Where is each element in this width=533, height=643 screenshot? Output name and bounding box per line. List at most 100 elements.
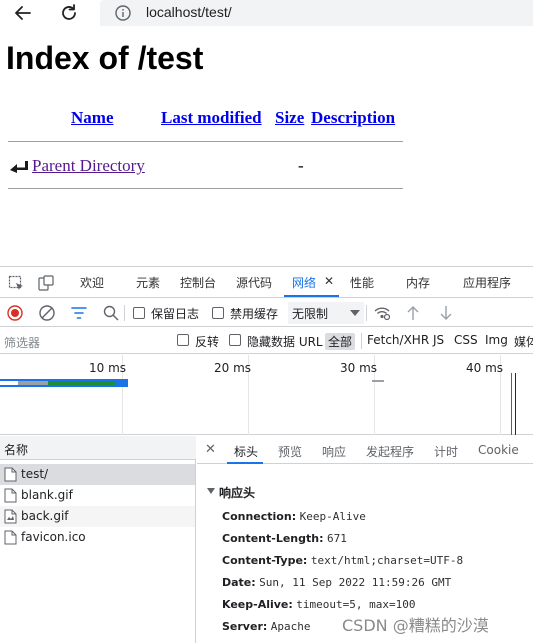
tab-headers[interactable]: 标头: [234, 443, 258, 460]
filter-type-all[interactable]: 全部: [325, 333, 356, 350]
page-title: Index of /test: [6, 40, 204, 76]
tab-cookies[interactable]: Cookie: [478, 443, 519, 457]
upload-icon[interactable]: [404, 304, 422, 322]
column-header-name[interactable]: 名称: [4, 441, 28, 458]
info-icon[interactable]: [114, 4, 132, 22]
clear-icon[interactable]: [38, 304, 56, 322]
column-header-size[interactable]: Size: [275, 108, 304, 128]
tab-welcome[interactable]: 欢迎: [80, 274, 104, 291]
record-icon[interactable]: [6, 304, 24, 322]
request-list: 名称 test/ blank.gif back.gif favicon.ico: [0, 436, 196, 643]
network-overview-timeline[interactable]: 10 ms 20 ms 30 ms 40 ms: [0, 355, 533, 435]
detail-tab-bar: ✕ 标头 预览 响应 发起程序 计时 Cookie: [197, 436, 533, 464]
filter-input[interactable]: 筛选器: [4, 334, 40, 351]
tab-response[interactable]: 响应: [322, 443, 346, 460]
tab-elements[interactable]: 元素: [136, 274, 160, 291]
request-timing-segment: [18, 381, 48, 385]
dom-content-loaded-marker: [515, 373, 516, 435]
filter-type-js[interactable]: JS: [433, 333, 444, 347]
preserve-log-checkbox[interactable]: [133, 307, 145, 319]
chevron-down-icon[interactable]: [207, 488, 215, 494]
reload-icon: [62, 4, 76, 20]
invert-checkbox[interactable]: [177, 334, 189, 346]
chevron-down-icon: [350, 310, 360, 316]
close-icon[interactable]: ✕: [205, 442, 216, 457]
back-button[interactable]: [12, 2, 34, 24]
tick-label: 40 ms: [466, 361, 504, 375]
tab-preview[interactable]: 预览: [278, 443, 302, 460]
request-row[interactable]: blank.gif: [0, 485, 195, 506]
network-conditions-icon[interactable]: [373, 304, 391, 322]
request-timing-bar: [372, 380, 384, 382]
column-header-name[interactable]: Name: [71, 108, 113, 128]
tab-application[interactable]: 应用程序: [463, 274, 511, 291]
parent-directory-size: -: [298, 156, 304, 175]
header-row: Keep-Alive: timeout=5, max=100: [222, 598, 416, 611]
browser-toolbar: localhost/test/: [0, 0, 533, 26]
hide-data-urls-checkbox[interactable]: [229, 334, 241, 346]
filter-bar: 筛选器 反转 隐藏数据 URL 全部 Fetch/XHR JS CSS Img …: [0, 328, 533, 354]
url-text[interactable]: localhost/test/: [146, 4, 232, 20]
filter-type-fetch-xhr[interactable]: Fetch/XHR: [367, 333, 429, 347]
document-icon: [4, 488, 17, 503]
request-list-header[interactable]: 名称: [0, 436, 196, 460]
tab-sources[interactable]: 源代码: [236, 274, 272, 291]
active-tab-indicator: [227, 462, 263, 464]
invert-label: 反转: [195, 335, 220, 349]
download-icon[interactable]: [437, 304, 455, 322]
request-row[interactable]: favicon.ico: [0, 527, 195, 548]
watermark: CSDN @糟糕的沙漠: [342, 616, 489, 635]
search-icon[interactable]: [102, 304, 120, 322]
header-key: Keep-Alive:: [222, 598, 293, 611]
address-bar[interactable]: localhost/test/: [100, 0, 533, 26]
header-row: Content-Type: text/html;charset=UTF-8: [222, 554, 463, 567]
filter-type-img[interactable]: Img: [485, 333, 508, 347]
hide-data-urls-label: 隐藏数据 URL: [247, 335, 323, 349]
directory-listing: Name Last modified Size Description Pare…: [0, 100, 533, 200]
network-controls: 保留日志 禁用缓存 无限制: [0, 299, 533, 327]
close-tab-icon[interactable]: ✕: [324, 274, 334, 288]
inspect-element-icon[interactable]: [8, 275, 24, 291]
column-header-last-modified[interactable]: Last modified: [161, 108, 262, 128]
divider: [8, 188, 403, 189]
filter-icon[interactable]: [70, 304, 88, 322]
arrow-left-icon: [15, 6, 31, 20]
request-name: blank.gif: [21, 488, 73, 502]
column-header-description[interactable]: Description: [311, 108, 395, 128]
response-headers-section-title[interactable]: 响应头: [219, 484, 255, 501]
header-row: Connection: Keep-Alive: [222, 510, 366, 523]
request-row[interactable]: test/: [0, 464, 195, 485]
header-row: Date: Sun, 11 Sep 2022 11:59:26 GMT: [222, 576, 451, 589]
separator: [124, 305, 125, 321]
devtools-tab-bar: 欢迎 元素 控制台 源代码 网络 ✕ 性能 内存 应用程序: [0, 267, 533, 298]
separator: [366, 305, 367, 321]
tab-memory[interactable]: 内存: [406, 274, 430, 291]
document-icon: [4, 467, 17, 482]
header-value: text/html;charset=UTF-8: [310, 554, 464, 567]
tab-timing[interactable]: 计时: [434, 443, 458, 460]
devtools-panel: 欢迎 元素 控制台 源代码 网络 ✕ 性能 内存 应用程序 保留日志 禁用缓存: [0, 266, 533, 643]
document-icon: [4, 530, 17, 545]
reload-button[interactable]: [58, 2, 80, 24]
tab-console[interactable]: 控制台: [180, 274, 216, 291]
header-row: Content-Length: 671: [222, 532, 347, 545]
header-key: Content-Length:: [222, 532, 324, 545]
throttle-select[interactable]: 无限制: [288, 302, 364, 324]
filter-type-css[interactable]: CSS: [454, 333, 478, 347]
device-toolbar-icon[interactable]: [38, 275, 54, 291]
tab-performance[interactable]: 性能: [350, 274, 374, 291]
request-name: test/: [21, 467, 49, 481]
disable-cache-checkbox[interactable]: [212, 307, 224, 319]
filter-type-media[interactable]: 媒体: [514, 333, 533, 350]
request-name: favicon.ico: [21, 530, 86, 544]
request-timing-segment: [48, 381, 116, 385]
throttle-value: 无限制: [292, 307, 329, 321]
tab-network[interactable]: 网络: [292, 274, 316, 291]
divider: [8, 141, 403, 142]
header-value: timeout=5, max=100: [296, 598, 416, 611]
parent-directory-link[interactable]: Parent Directory: [32, 156, 145, 176]
tab-initiator[interactable]: 发起程序: [366, 443, 414, 460]
request-row[interactable]: back.gif: [0, 506, 195, 527]
tick-label: 10 ms: [89, 361, 127, 375]
header-key: Date:: [222, 576, 256, 589]
